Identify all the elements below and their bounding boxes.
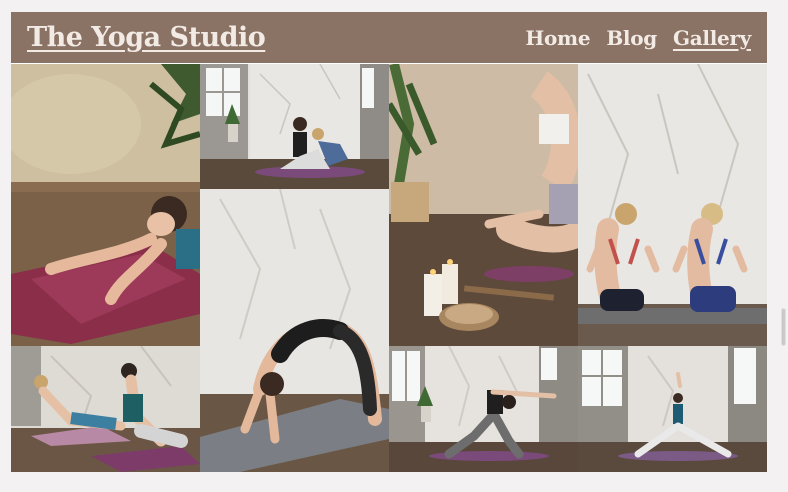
main-nav: Home Blog Gallery: [525, 26, 751, 50]
nav-link-home[interactable]: Home: [525, 26, 590, 50]
site-header: The Yoga Studio Home Blog Gallery: [11, 12, 767, 63]
nav-link-blog[interactable]: Blog: [606, 26, 657, 50]
photo-gallery: [11, 64, 767, 472]
gallery-photo-2[interactable]: [200, 64, 389, 189]
gallery-photo-3[interactable]: [389, 64, 578, 346]
gallery-photo-5[interactable]: [11, 346, 200, 472]
photo-namaste-back: [578, 64, 767, 346]
photo-reverse-warrior: [389, 346, 578, 472]
photo-stretching-woman: [11, 64, 200, 346]
gallery-photo-8[interactable]: [578, 346, 767, 472]
scrollbar-thumb[interactable]: [781, 308, 786, 346]
page: The Yoga Studio Home Blog Gallery: [11, 12, 767, 472]
photo-meditation-candles: [389, 64, 578, 346]
photo-wheel-pose: [200, 189, 389, 472]
site-title-link[interactable]: The Yoga Studio: [27, 22, 266, 53]
photo-side-stretch: [11, 346, 200, 472]
photo-partner-yoga: [200, 64, 389, 189]
gallery-photo-4[interactable]: [578, 64, 767, 346]
gallery-photo-7[interactable]: [389, 346, 578, 472]
gallery-photo-6[interactable]: [200, 189, 389, 472]
nav-link-gallery[interactable]: Gallery: [673, 26, 751, 50]
gallery-photo-1[interactable]: [11, 64, 200, 346]
photo-seated-arm-raise: [578, 346, 767, 472]
